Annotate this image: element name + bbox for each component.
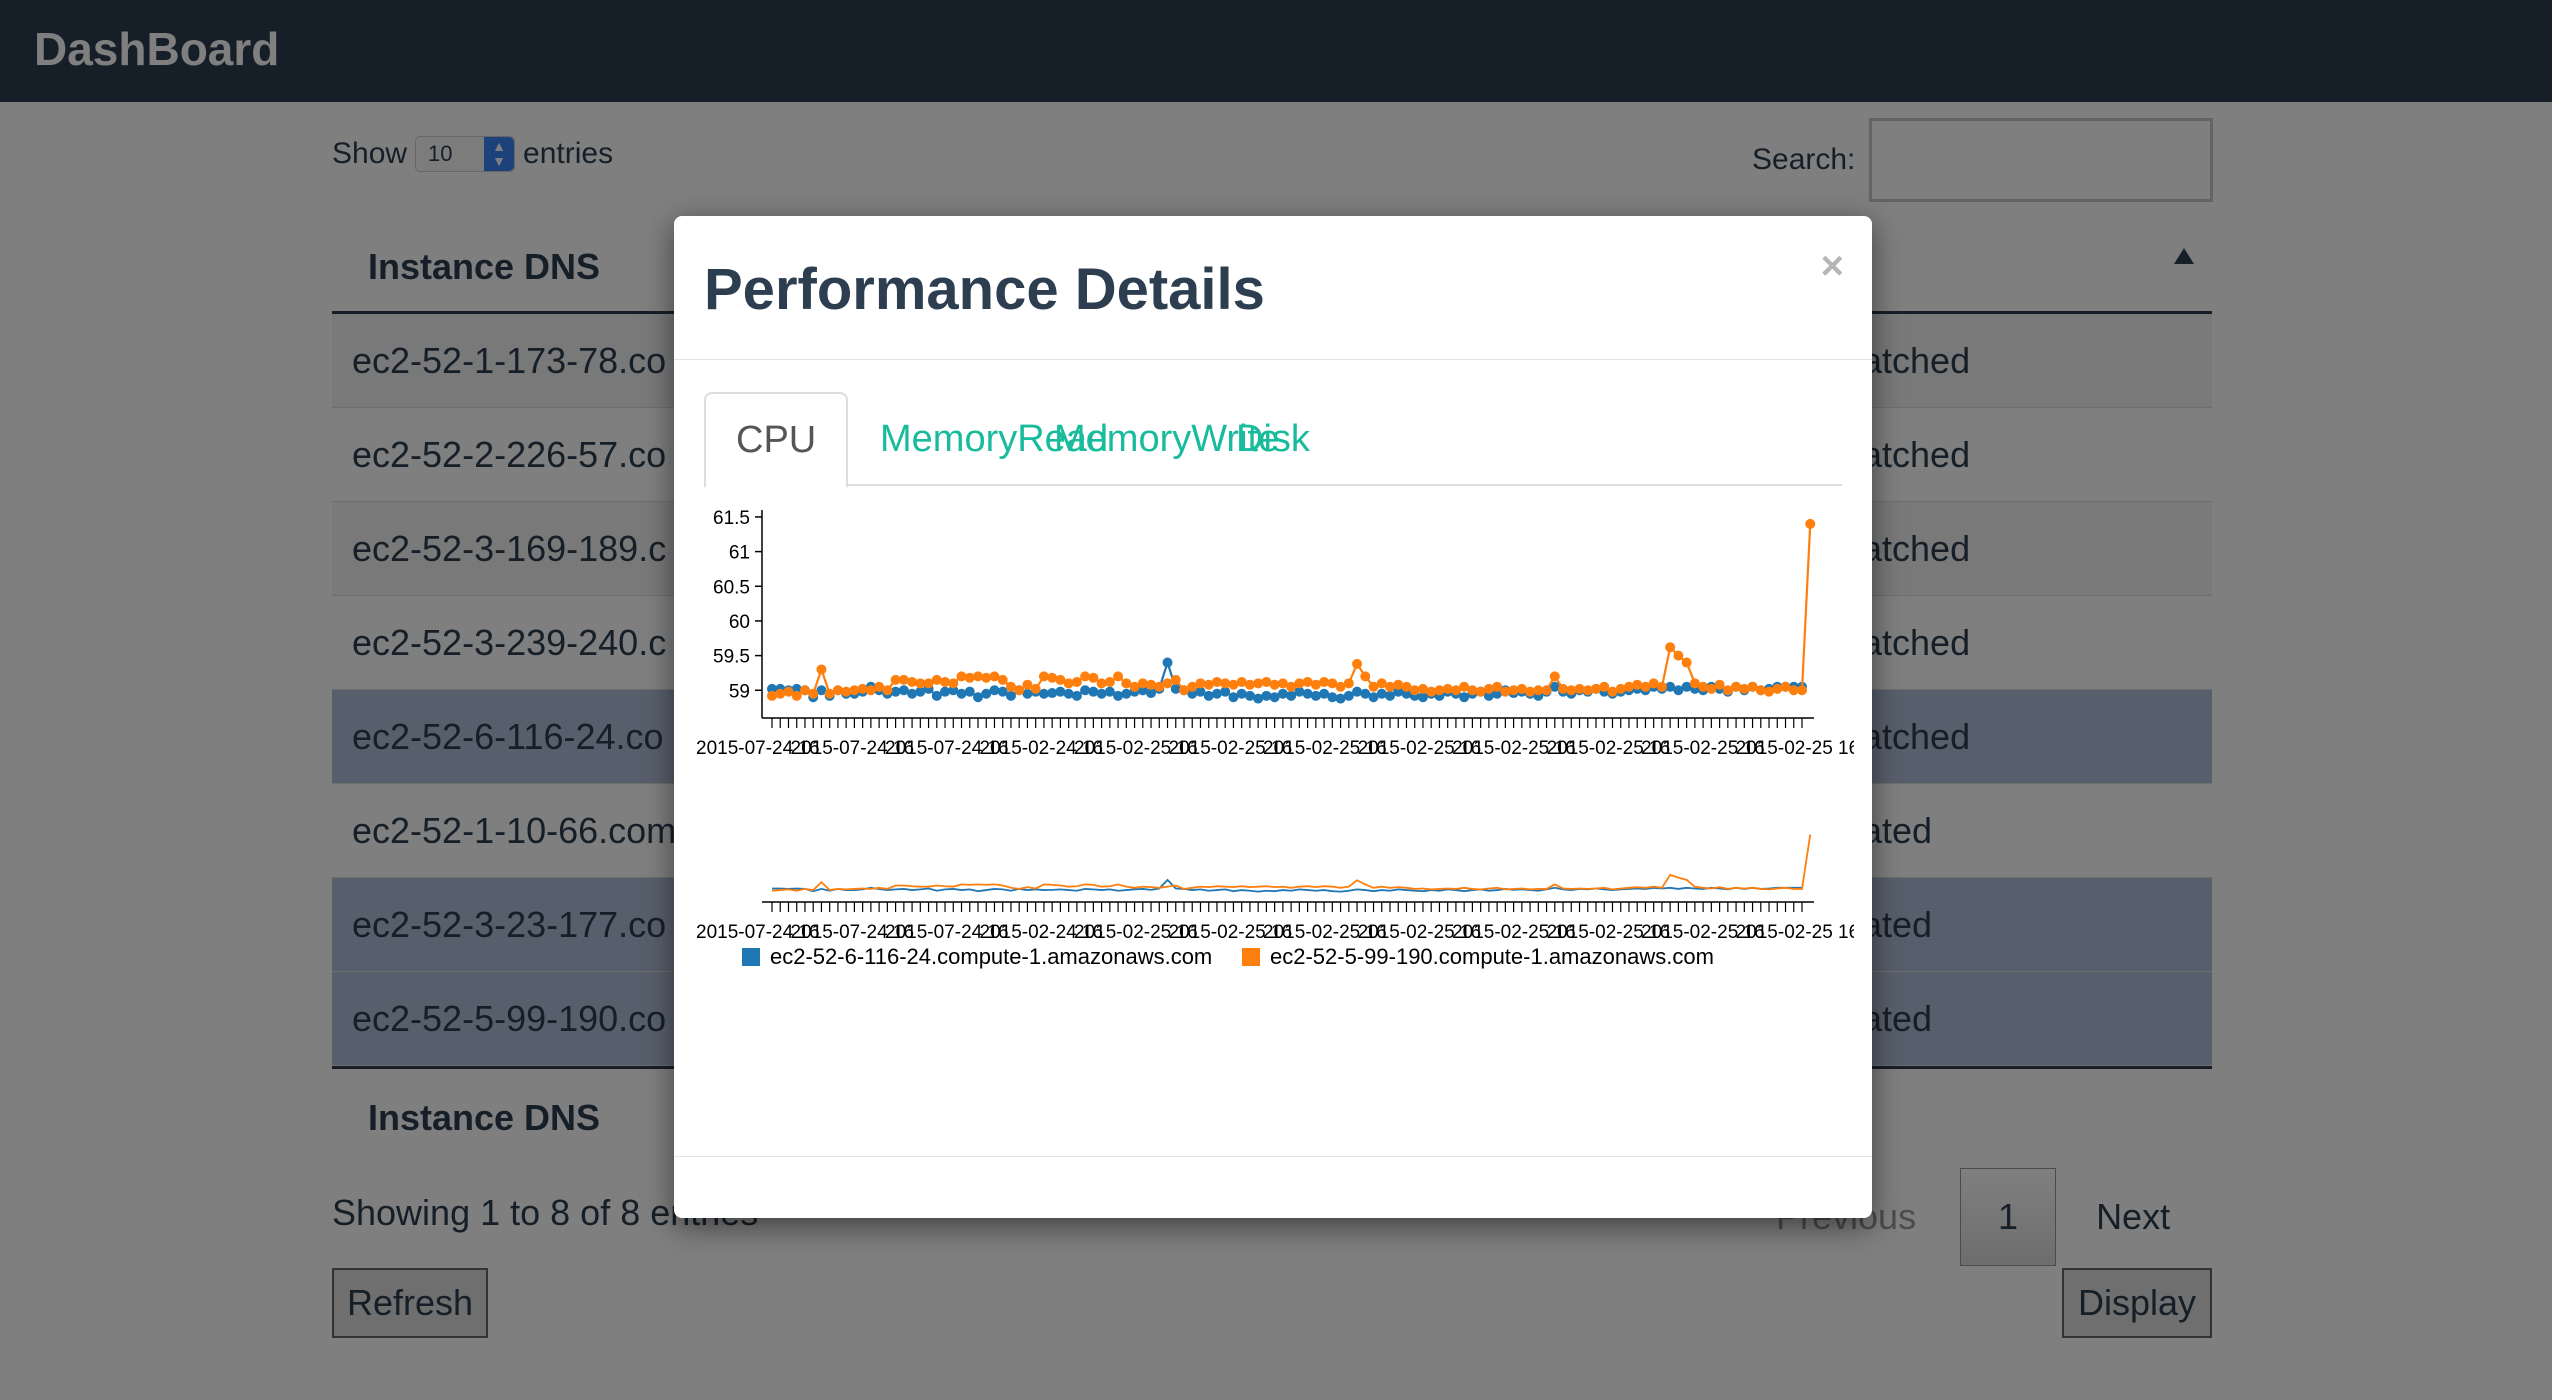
series-2-point (1360, 671, 1371, 682)
series-2-point (816, 664, 827, 675)
legend-swatch-2 (1242, 948, 1260, 966)
legend-swatch-1 (742, 948, 760, 966)
series-2-point (1673, 650, 1684, 661)
series-2-point (882, 685, 893, 696)
y-tick-label: 60.5 (713, 577, 750, 598)
legend-label-2: ec2-52-5-99-190.compute-1.amazonaws.com (1270, 944, 1714, 969)
modal-footer (674, 1156, 1872, 1218)
series-2-point (791, 690, 802, 701)
series-2-point (1343, 678, 1354, 689)
legend-label-1: ec2-52-6-116-24.compute-1.amazonaws.com (770, 944, 1212, 969)
series-2-point (1071, 676, 1082, 687)
modal-header: Performance Details × (674, 216, 1872, 360)
series-2-point (997, 674, 1008, 685)
series-2-point (808, 688, 819, 699)
context-series-line-1 (772, 878, 1802, 893)
series-1-point (1005, 690, 1016, 701)
tab-disk[interactable]: Disk (1206, 392, 1340, 486)
series-line-2 (771, 523, 1812, 698)
modal-title: Performance Details (704, 257, 1265, 322)
series-2-point (1170, 674, 1181, 685)
series-2-point (1714, 679, 1725, 690)
series-2-point (1797, 685, 1807, 696)
y-tick-label: 61.5 (713, 508, 750, 529)
y-tick-label: 60 (729, 612, 750, 633)
context-x-tick-label: 2015-02-25 16 (1736, 922, 1854, 943)
series-2-point (1088, 672, 1099, 683)
close-icon[interactable]: × (1821, 244, 1844, 289)
series-2-point (1014, 685, 1025, 696)
series-2-point (1352, 658, 1363, 669)
y-tick-label: 59 (729, 681, 750, 702)
series-2-point (1113, 671, 1124, 682)
series-2-point (1805, 518, 1816, 529)
series-2-point (1030, 683, 1041, 694)
series-2-point (1665, 642, 1676, 653)
performance-modal: Performance Details × CPU MemoryRead Mem… (674, 216, 1872, 1218)
series-2-point (1541, 685, 1552, 696)
series-2-point (1681, 657, 1692, 668)
cpu-chart-container: 59 59.5 60 60.5 61 61.5 2015-07-24 16 2015-07-2… (694, 498, 1859, 1138)
cpu-line-chart[interactable]: 5959.56060.56161.52015-07-24 162015-07-2… (694, 498, 1859, 1138)
context-series-line-2 (771, 834, 1812, 892)
tab-cpu[interactable]: CPU (704, 392, 849, 488)
series-2-point (948, 678, 959, 689)
x-tick-label: 2015-02-25 16 (1736, 738, 1854, 759)
series-1-point (964, 686, 975, 697)
series-2-point (1104, 676, 1115, 687)
metric-tabs: CPU MemoryRead MemoryWrite Disk (704, 392, 1842, 488)
y-tick-label: 61 (729, 543, 750, 564)
series-1-point (1071, 690, 1082, 701)
series-2-point (1656, 681, 1667, 692)
y-tick-label: 59.5 (713, 647, 750, 668)
series-1-point (1162, 657, 1173, 668)
series-2-point (1549, 671, 1560, 682)
